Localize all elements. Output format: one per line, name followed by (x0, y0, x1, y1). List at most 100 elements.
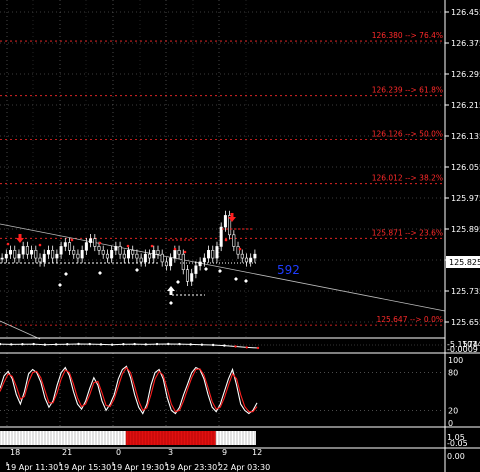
candle-body (122, 253, 126, 259)
price-tick-label: 125.735 (451, 287, 480, 296)
candle-body (190, 273, 194, 282)
day-marker: 3 (168, 448, 173, 457)
candle-body (89, 238, 93, 243)
price-tick-label: 126.375 (451, 39, 480, 48)
candle-body (0, 257, 4, 260)
candle-body (198, 261, 202, 267)
candle-body (169, 257, 173, 267)
candle-body (101, 250, 105, 255)
momentum-point (167, 342, 170, 346)
momentum-point (122, 343, 125, 346)
candle-body (160, 253, 164, 263)
candle-body (223, 215, 227, 228)
time-label: 19 Apr 23:30 (165, 463, 217, 472)
candle-body (232, 234, 236, 247)
candle-body (249, 257, 253, 263)
candle-body (219, 226, 223, 247)
candle-body (51, 250, 55, 259)
momentum-point (211, 343, 215, 347)
day-marker: 18 (10, 448, 20, 457)
candle-body (93, 238, 97, 247)
momentum-point (21, 343, 24, 346)
candle-body (236, 246, 240, 255)
time-axis: 19 Apr 11:30 19 Apr 15:30 19 Apr 19:30 19 A… (6, 462, 270, 472)
candle-body (164, 261, 168, 267)
candle-body (9, 250, 13, 255)
candle-body (240, 253, 244, 259)
current-price-label: 125.825 (449, 258, 480, 267)
candle-body (80, 250, 84, 259)
candle-body (202, 257, 206, 263)
candle-body (42, 253, 46, 263)
bar-label-2: -0.05 (447, 439, 468, 448)
red-dot-marker (150, 244, 154, 248)
time-label: 22 Apr 03:30 (218, 463, 270, 472)
red-dot-marker (183, 250, 187, 254)
red-dot-marker (6, 242, 10, 246)
red-dot-marker (238, 247, 242, 251)
momentum-point (234, 345, 237, 348)
candle-body (118, 246, 122, 255)
momentum-point (178, 342, 181, 346)
candle-body (253, 253, 257, 259)
candle-body (30, 250, 34, 255)
price-tick-label: 125.895 (451, 225, 480, 234)
candle-body (215, 246, 219, 259)
fib-level-label: 126.012 --> 38.2% (372, 174, 443, 183)
price-tick-label: 126.135 (451, 132, 480, 141)
candle-body (131, 250, 135, 255)
candle-body (34, 250, 38, 259)
candle-body (156, 250, 160, 255)
candle-body (114, 246, 118, 251)
trading-chart[interactable]: 126.380 --> 76.4% 126.239 --> 61.8% 126.12… (0, 0, 480, 472)
candle-body (135, 253, 139, 259)
momentum-point (66, 343, 69, 346)
candle-body (21, 246, 25, 255)
red-dot-marker (98, 241, 102, 245)
time-label: 19 Apr 15:30 (59, 463, 111, 472)
red-dot-marker (70, 238, 74, 242)
current-price-tag: 125.825 (446, 256, 480, 268)
momentum-point (54, 343, 58, 346)
momentum-point (10, 343, 13, 346)
candle-body (173, 250, 177, 259)
candle-body (139, 257, 143, 263)
momentum-point (32, 342, 35, 346)
momentum-point (256, 346, 260, 350)
day-marker: 21 (62, 448, 72, 457)
fib-level-label: 125.647 --> 0.0% (376, 315, 443, 324)
candle-body (59, 246, 63, 255)
stochastic-tick-label: 0 (448, 419, 453, 428)
red-dot-marker (224, 238, 228, 242)
stochastic-tick-label: 20 (448, 406, 458, 415)
red-dot-marker (173, 247, 177, 251)
momentum-point (110, 343, 114, 346)
fib-level-label: 126.126 --> 50.0% (372, 129, 443, 138)
price-tick-label: 126.295 (451, 70, 480, 79)
price-tick-label: 125.975 (451, 194, 480, 203)
momentum-point (99, 343, 103, 346)
candle-body (185, 269, 189, 282)
time-label: 19 Apr 19:30 (112, 463, 164, 472)
candle-body (152, 250, 156, 259)
candle-body (110, 250, 114, 259)
candle-body (68, 242, 72, 251)
price-tick-label: 125.655 (451, 318, 480, 327)
momentum-point (133, 342, 136, 346)
candle-body (105, 253, 109, 259)
price-tick-label: 126.215 (451, 101, 480, 110)
candle-body (55, 253, 59, 259)
time-label: 19 Apr 11:30 (6, 463, 58, 472)
candle-body (127, 250, 131, 259)
candle-body (97, 246, 101, 251)
red-dot-marker (38, 243, 42, 247)
momentum-point (245, 346, 248, 349)
candle-body (72, 250, 76, 255)
candle-body (211, 250, 215, 259)
countdown-label: 592 (277, 263, 300, 277)
candle-body (46, 250, 50, 255)
candle-body (181, 253, 185, 270)
candle-body (13, 250, 17, 259)
candle-body (194, 265, 198, 274)
stochastic-tick-label: 100 (448, 356, 463, 365)
